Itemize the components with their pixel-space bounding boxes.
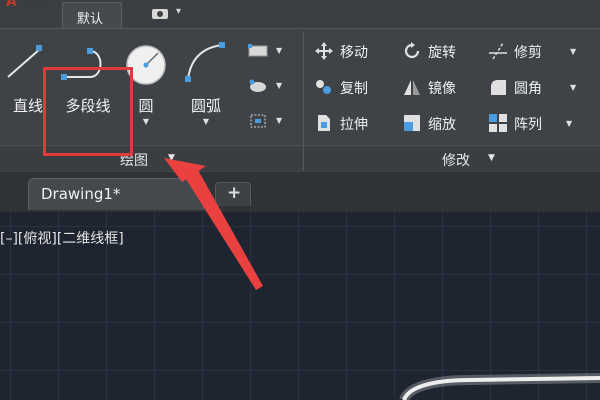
copy-label: 复制 bbox=[340, 81, 368, 97]
chevron-down-icon: ▼ bbox=[276, 46, 283, 55]
move-label: 移动 bbox=[340, 45, 368, 61]
scale-icon bbox=[404, 115, 420, 131]
boundary-icon bbox=[250, 114, 266, 128]
boundary-button[interactable]: ▼ bbox=[246, 111, 286, 133]
fillet-label: 圆角 bbox=[514, 81, 542, 97]
arc-button[interactable]: 圆弧 ▼ bbox=[178, 35, 234, 139]
chevron-down-icon: ▼ bbox=[168, 153, 175, 163]
chevron-down-icon: ▼ bbox=[488, 153, 495, 163]
trim-icon bbox=[489, 42, 507, 60]
workspace-dropdown[interactable]: ▾ bbox=[148, 4, 196, 24]
modify-panel-footer[interactable]: 修改 ▼ bbox=[304, 145, 600, 171]
chevron-down-icon: ▼ bbox=[566, 119, 573, 128]
document-tab-drawing1[interactable]: Drawing1* bbox=[28, 178, 204, 210]
arc-dropdown-caret[interactable]: ▼ bbox=[178, 117, 234, 126]
array-label: 阵列 bbox=[514, 117, 542, 133]
chevron-down-icon: ▾ bbox=[176, 6, 182, 17]
hatch-icon bbox=[249, 79, 266, 92]
hatch-button[interactable]: ▼ bbox=[246, 76, 286, 98]
trim-label: 修剪 bbox=[514, 45, 542, 61]
rotate-label: 旋转 bbox=[428, 45, 456, 61]
rotate-icon bbox=[404, 42, 420, 59]
document-tab-label: Drawing1* bbox=[41, 185, 121, 203]
plus-icon: + bbox=[227, 183, 242, 203]
tab-default[interactable]: 默认 bbox=[62, 2, 122, 28]
chevron-down-icon: ▼ bbox=[570, 83, 577, 92]
arc-label: 圆弧 bbox=[190, 97, 221, 115]
tab-default-label: 默认 bbox=[77, 12, 104, 27]
chevron-down-icon: ▼ bbox=[276, 116, 283, 125]
ribbon-tab-strip: A 默认 ▾ bbox=[0, 0, 600, 28]
mirror-icon bbox=[404, 80, 420, 95]
array-icon bbox=[489, 114, 507, 132]
mirror-label: 镜像 bbox=[428, 81, 456, 97]
ribbon: 直线 多段线 圆 ▼ 圆弧 ▼ ▼ ▼ ▼ 移动 旋转 修剪 ▼ 复制 镜像 圆… bbox=[0, 28, 600, 172]
rectangle-button[interactable]: ▼ bbox=[246, 41, 286, 63]
copy-icon bbox=[316, 80, 331, 94]
drawn-polyline-shape bbox=[399, 373, 600, 400]
chevron-down-icon: ▼ bbox=[570, 47, 577, 56]
chevron-down-icon: ▼ bbox=[276, 81, 283, 90]
stretch-label: 拉伸 bbox=[340, 117, 368, 133]
drawing-canvas[interactable]: [–][俯视][二维线框] bbox=[0, 212, 600, 400]
modify-panel-title: 修改 bbox=[442, 153, 470, 169]
new-drawing-tab-button[interactable]: + bbox=[215, 182, 251, 206]
stretch-icon bbox=[318, 115, 330, 131]
move-icon bbox=[315, 42, 333, 60]
app-logo[interactable]: A bbox=[0, 0, 48, 12]
scale-label: 缩放 bbox=[428, 117, 456, 133]
fillet-icon bbox=[491, 80, 506, 95]
document-tab-bar: Drawing1* + bbox=[0, 172, 600, 212]
rectangle-icon bbox=[248, 44, 268, 57]
polyline-highlight-box bbox=[43, 67, 133, 156]
arc-icon bbox=[185, 42, 225, 82]
camera-icon bbox=[152, 9, 168, 19]
